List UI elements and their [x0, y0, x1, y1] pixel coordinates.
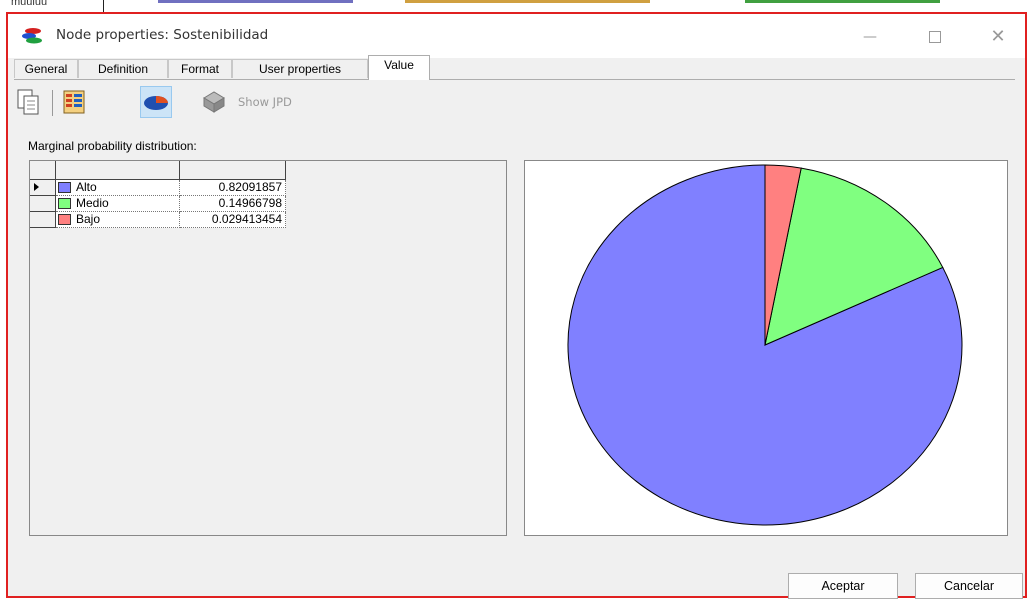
grid-header-value: [180, 161, 286, 180]
color-swatch: [58, 214, 71, 225]
row-header[interactable]: [30, 196, 56, 212]
table-row-state[interactable]: Bajo: [56, 212, 180, 228]
toolbar-separator: [52, 90, 53, 116]
tab-format[interactable]: Format: [168, 59, 232, 78]
state-label: Alto: [76, 180, 97, 194]
table-row-state[interactable]: Alto: [56, 180, 180, 196]
table-view-button[interactable]: [58, 86, 90, 118]
network-icon: [203, 91, 225, 113]
close-icon: ✕: [990, 26, 1006, 47]
grid-corner: [30, 161, 56, 180]
current-row-icon: [34, 183, 39, 191]
background-text: muuluu: [11, 0, 48, 8]
table-view-icon: [63, 90, 85, 114]
copy-icon: [17, 89, 39, 115]
probability-grid-panel: Alto 0.82091857 Medio 0.14966798 Bajo 0.…: [29, 160, 507, 536]
minimize-button[interactable]: —: [850, 20, 890, 54]
pie-chart-button[interactable]: [140, 86, 172, 118]
show-jpd-button[interactable]: [198, 86, 230, 118]
maximize-icon: [929, 31, 941, 43]
tab-definition[interactable]: Definition: [78, 59, 168, 78]
tab-divider: [14, 79, 1015, 80]
ok-button[interactable]: Aceptar: [788, 573, 898, 599]
probability-value: 0.14966798: [218, 196, 282, 210]
window-title: Node properties: Sostenibilidad: [56, 27, 269, 43]
pie-chart: [567, 164, 963, 526]
marginal-distribution-caption: Marginal probability distribution:: [28, 139, 197, 153]
table-row-value[interactable]: 0.029413454: [180, 212, 286, 228]
table-row-value[interactable]: 0.82091857: [180, 180, 286, 196]
color-swatch: [58, 198, 71, 209]
grid-header-state: [56, 161, 180, 180]
tab-general[interactable]: General: [14, 59, 78, 78]
state-label: Medio: [76, 196, 109, 210]
toolbar: Show JPD: [14, 86, 414, 118]
row-header[interactable]: [30, 212, 56, 228]
table-row-state[interactable]: Medio: [56, 196, 180, 212]
title-bar[interactable]: Node properties: Sostenibilidad — ✕: [8, 14, 1025, 58]
tab-value[interactable]: Value: [368, 55, 430, 80]
cancel-button[interactable]: Cancelar: [915, 573, 1023, 599]
copy-button[interactable]: [14, 86, 46, 118]
row-header[interactable]: [30, 180, 56, 196]
app-logo-icon: [22, 28, 42, 44]
probability-value: 0.029413454: [211, 212, 282, 226]
show-jpd-label: Show JPD: [238, 95, 292, 109]
pie-chart-panel: [524, 160, 1008, 536]
color-swatch: [58, 182, 71, 193]
probability-value: 0.82091857: [218, 180, 282, 194]
tab-user-properties[interactable]: User properties: [232, 59, 368, 78]
maximize-button[interactable]: [915, 20, 955, 54]
state-label: Bajo: [76, 212, 101, 226]
pie-chart-icon: [144, 96, 168, 110]
table-row-value[interactable]: 0.14966798: [180, 196, 286, 212]
close-button[interactable]: ✕: [978, 20, 1018, 54]
